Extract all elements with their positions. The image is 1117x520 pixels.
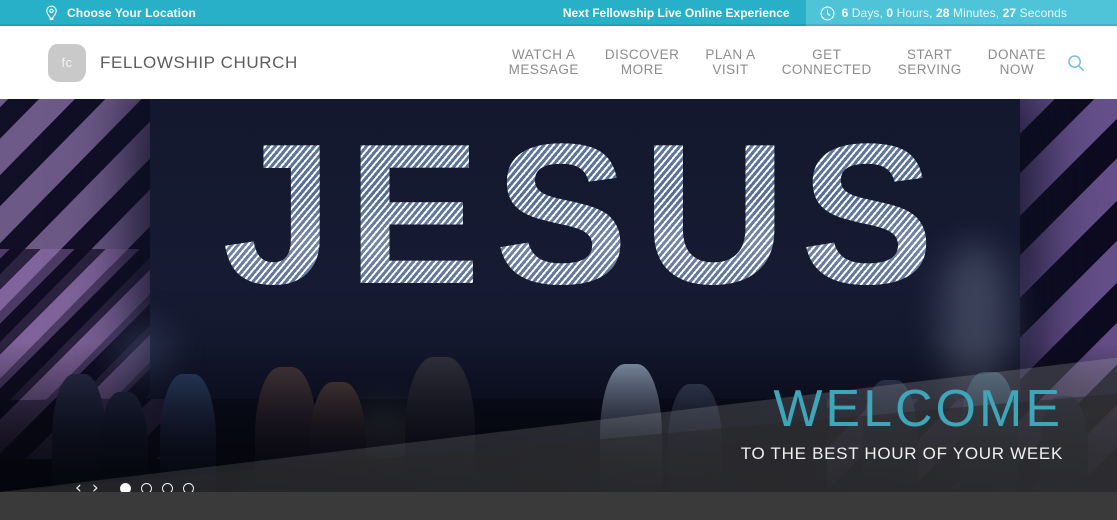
carousel-controls: ‹ › bbox=[70, 470, 194, 492]
search-button[interactable] bbox=[1067, 54, 1085, 72]
site-header: fc FELLOWSHIP CHURCH WATCH A MESSAGE DIS… bbox=[0, 26, 1117, 99]
next-live-experience-link[interactable]: Next Fellowship Live Online Experience bbox=[549, 0, 806, 26]
nav-item-get-connected[interactable]: GET CONNECTED bbox=[769, 47, 885, 77]
choose-location-label: Choose Your Location bbox=[67, 6, 196, 20]
countdown-seconds-value: 27 bbox=[1002, 6, 1017, 20]
clock-icon bbox=[820, 6, 835, 21]
logo-mark-text: fc bbox=[61, 55, 73, 70]
primary-nav: WATCH A MESSAGE DISCOVER MORE PLAN A VIS… bbox=[496, 47, 1103, 77]
carousel-dot-1[interactable] bbox=[119, 482, 131, 492]
nav-item-donate-now[interactable]: DONATE NOW bbox=[975, 47, 1059, 77]
map-pin-icon bbox=[44, 5, 59, 22]
countdown-text: 6 Days, 0 Hours, 28 Minutes, 27 Seconds bbox=[842, 6, 1067, 20]
countdown-days-unit: Days, bbox=[848, 6, 887, 20]
hero-caption: WELCOME TO THE BEST HOUR OF YOUR WEEK bbox=[741, 382, 1063, 464]
nav-item-start-serving[interactable]: START SERVING bbox=[885, 47, 975, 77]
nav-item-plan-a-visit[interactable]: PLAN A VISIT bbox=[692, 47, 768, 77]
carousel-next-button[interactable]: › bbox=[87, 479, 104, 492]
brand-logo-link[interactable]: fc FELLOWSHIP CHURCH bbox=[48, 43, 298, 82]
countdown-timer: 6 Days, 0 Hours, 28 Minutes, 27 Seconds bbox=[805, 0, 1117, 26]
carousel-dot-2[interactable] bbox=[140, 482, 152, 492]
nav-item-discover-more[interactable]: DISCOVER MORE bbox=[592, 47, 693, 77]
utility-bar: Choose Your Location Next Fellowship Liv… bbox=[0, 0, 1117, 26]
carousel-prev-button[interactable]: ‹ bbox=[70, 479, 87, 492]
brand-name: FELLOWSHIP CHURCH bbox=[100, 52, 298, 72]
choose-location-button[interactable]: Choose Your Location bbox=[44, 0, 196, 26]
next-live-experience-label: Next Fellowship Live Online Experience bbox=[562, 6, 790, 20]
hero-subtitle: TO THE BEST HOUR OF YOUR WEEK bbox=[740, 444, 1063, 463]
search-icon bbox=[1067, 54, 1085, 72]
hero-carousel: JESUS WELCOME TO THE BEST HOUR OF YOUR W… bbox=[0, 99, 1117, 492]
countdown-seconds-unit: Seconds bbox=[1016, 6, 1067, 20]
utility-bar-right: Next Fellowship Live Online Experience 6… bbox=[549, 0, 1117, 26]
nav-item-watch-a-message[interactable]: WATCH A MESSAGE bbox=[496, 47, 592, 77]
page-section-below-hero bbox=[0, 492, 1117, 520]
countdown-hours-unit: Hours, bbox=[893, 6, 936, 20]
logo-mark: fc bbox=[48, 43, 86, 82]
hero-title: WELCOME bbox=[773, 380, 1063, 438]
countdown-minutes-value: 28 bbox=[936, 6, 950, 20]
carousel-dot-3[interactable] bbox=[161, 482, 173, 492]
carousel-dot-4[interactable] bbox=[182, 482, 194, 492]
countdown-minutes-unit: Minutes, bbox=[949, 6, 1003, 20]
carousel-dots bbox=[119, 482, 194, 492]
